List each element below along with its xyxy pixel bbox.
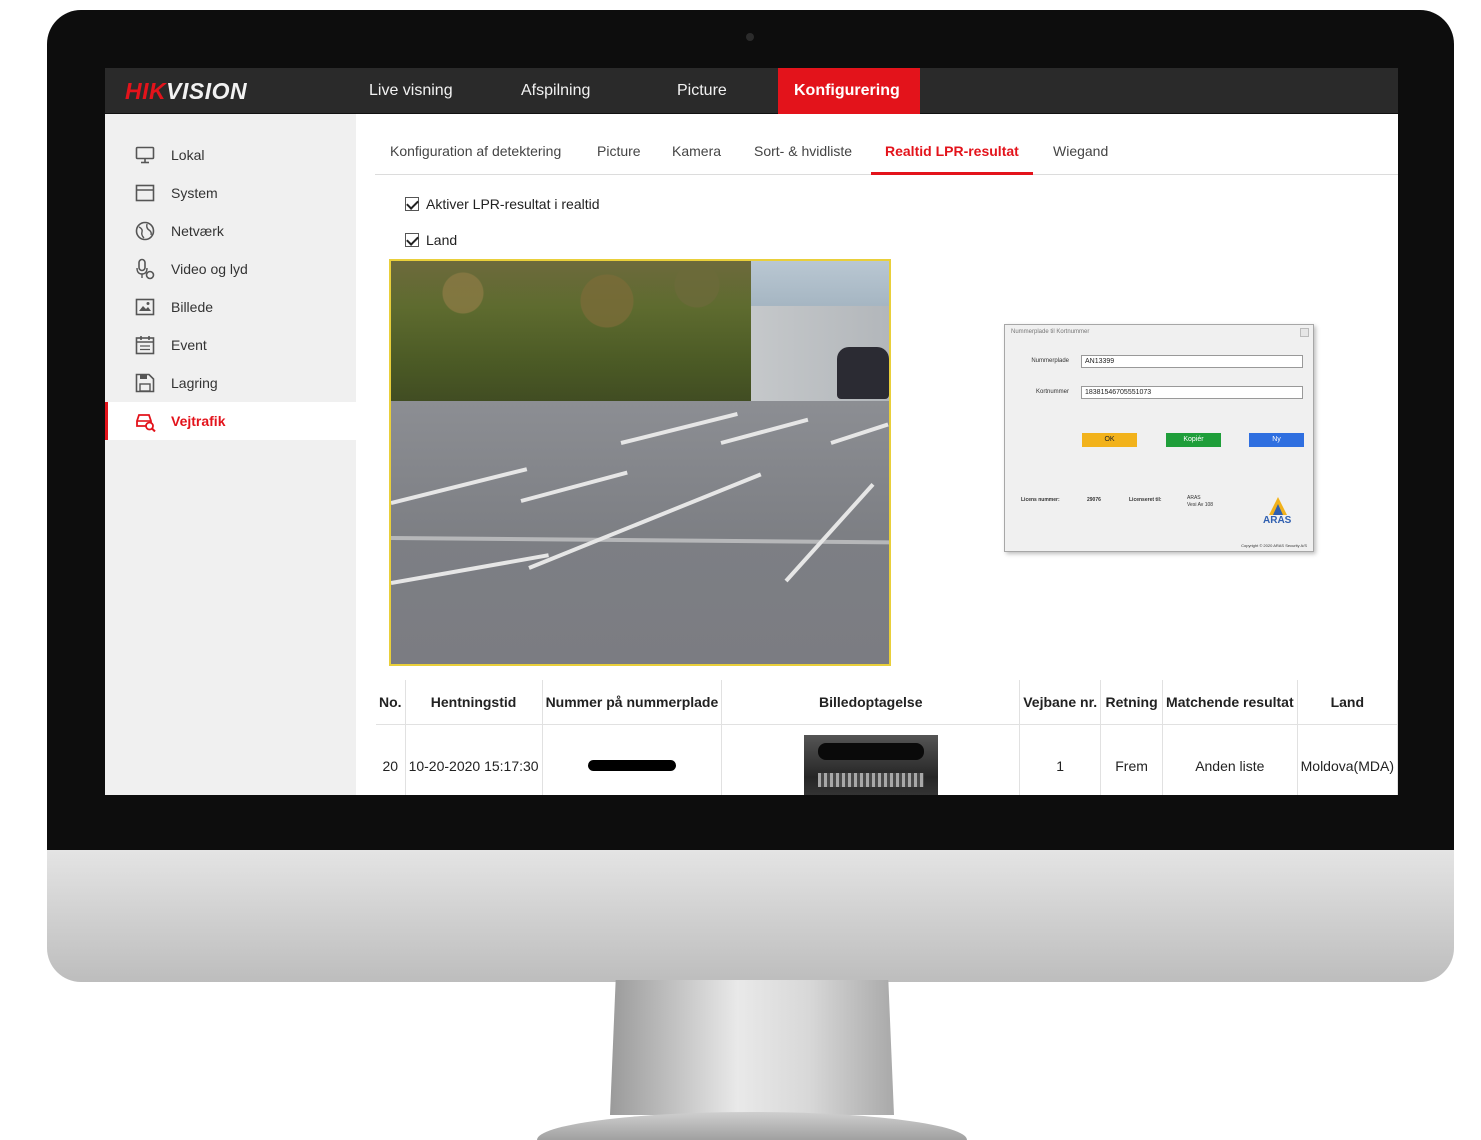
nav-configuration[interactable]: Konfigurering: [778, 68, 920, 114]
license-number-label: Licens nummer:: [1021, 497, 1060, 503]
globe-icon: [134, 220, 156, 242]
aras-logo-text: ARAS: [1263, 515, 1292, 526]
sidebar-item-label: Billede: [171, 299, 214, 315]
sidebar-item-vejtrafik[interactable]: Vejtrafik: [105, 402, 356, 440]
car-search-icon: [134, 410, 156, 432]
col-header-no: No.: [376, 680, 406, 725]
plate-thumbnail[interactable]: [803, 734, 938, 795]
licensed-to-value: ARAS: [1187, 495, 1201, 501]
camera-live-image: [389, 259, 891, 666]
license-number-value: 29076: [1087, 497, 1101, 503]
window-icon: [134, 182, 156, 204]
card-number-input[interactable]: 183815467055510​73: [1081, 386, 1303, 399]
scene-road: [391, 401, 889, 664]
new-button[interactable]: Ny: [1249, 433, 1304, 447]
licensed-to-label: Licenseret til:: [1129, 497, 1162, 503]
table-header-row: No. Hentningstid Nummer på nummerplade B…: [376, 680, 1398, 725]
card-field-label: Kortnummer: [1035, 389, 1069, 395]
monitor-stand-neck: [610, 980, 894, 1115]
sidebar-item-billede[interactable]: Billede: [105, 288, 356, 326]
config-tabs: Konfiguration af detektering Picture Kam…: [375, 130, 1398, 175]
webcam-dot: [746, 33, 754, 41]
table-row[interactable]: 20 10-20-2020 15:17:30 1 Frem Anden list…: [376, 724, 1398, 795]
lpr-results-table: No. Hentningstid Nummer på nummerplade B…: [376, 680, 1398, 795]
screen: HIKVISION Live visning Afspilning Pictur…: [105, 68, 1398, 795]
copy-button[interactable]: Kopiér: [1166, 433, 1221, 447]
image-icon: [134, 296, 156, 318]
cell-time: 10-20-2020 15:17:30: [405, 724, 543, 795]
monitor-icon: [134, 144, 156, 166]
aras-logo: ARAS: [1260, 495, 1296, 531]
sidebar-item-label: Vejtrafik: [171, 413, 226, 429]
sidebar-item-label: Lagring: [171, 375, 218, 391]
cell-plate-number: [542, 724, 723, 795]
sidebar-item-event[interactable]: Event: [105, 326, 356, 364]
col-header-direction: Retning: [1100, 680, 1164, 725]
country-label: Land: [426, 232, 458, 248]
col-header-time: Hentningstid: [405, 680, 543, 725]
col-header-image: Billedoptagelse: [721, 680, 1021, 725]
microphone-icon: [134, 258, 156, 280]
redacted-plate: [587, 760, 676, 771]
sidebar-item-label: System: [171, 185, 218, 201]
plate-number-input[interactable]: AN13399: [1081, 355, 1303, 368]
tab-detection-config[interactable]: Konfiguration af detektering: [390, 130, 561, 175]
plate-field-label: Nummerplade: [1031, 358, 1069, 364]
logo-vision: VISION: [166, 78, 248, 104]
tab-picture[interactable]: Picture: [597, 130, 641, 175]
enable-realtime-label: Aktiver LPR-resultat i realtid: [426, 196, 600, 212]
sidebar-item-lagring[interactable]: Lagring: [105, 364, 356, 402]
logo-hik: HIK: [125, 78, 167, 104]
calendar-icon: [134, 334, 156, 356]
col-header-lane: Vejbane nr.: [1019, 680, 1102, 725]
dialog-copyright: Copyright © 2020 ARAS Security A/S: [1241, 543, 1307, 548]
col-header-country: Land: [1297, 680, 1398, 725]
cell-direction: Frem: [1100, 724, 1164, 795]
tab-black-white-list[interactable]: Sort- & hvidliste: [754, 130, 852, 175]
hikvision-logo: HIKVISION: [125, 78, 247, 105]
monitor-chin: [47, 850, 1454, 982]
plate-to-card-dialog: Nummerplade til Kortnummer Nummerplade A…: [1004, 324, 1314, 552]
sidebar-item-label: Netværk: [171, 223, 224, 239]
sidebar-item-netvaerk[interactable]: Netværk: [105, 212, 356, 250]
enable-realtime-option[interactable]: Aktiver LPR-resultat i realtid: [405, 196, 600, 212]
sidebar-item-lokal[interactable]: Lokal: [105, 136, 356, 174]
sidebar-item-video-og-lyd[interactable]: Video og lyd: [105, 250, 356, 288]
top-navigation-bar: HIKVISION Live visning Afspilning Pictur…: [105, 68, 1398, 114]
col-header-match-result: Matchende resultat: [1162, 680, 1298, 725]
cell-match-result: Anden liste: [1162, 724, 1298, 795]
sidebar: Lokal System Netværk Video og lyd Billed…: [105, 114, 356, 795]
sidebar-item-label: Video og lyd: [171, 261, 248, 277]
cell-lane: 1: [1019, 724, 1102, 795]
dialog-title: Nummerplade til Kortnummer: [1011, 329, 1090, 335]
monitor-stand-base: [537, 1112, 967, 1140]
cell-no: 20: [376, 724, 406, 795]
tab-wiegand[interactable]: Wiegand: [1053, 130, 1108, 175]
storage-icon: [134, 372, 156, 394]
tab-realtime-lpr-result[interactable]: Realtid LPR-resultat: [871, 130, 1033, 175]
nav-playback[interactable]: Afspilning: [505, 68, 606, 114]
scene-car: [837, 347, 889, 399]
cell-image: [721, 724, 1021, 795]
country-checkbox[interactable]: [405, 233, 419, 247]
ok-button[interactable]: OK: [1082, 433, 1137, 447]
enable-realtime-checkbox[interactable]: [405, 197, 419, 211]
dialog-close-button[interactable]: [1300, 328, 1309, 337]
tab-camera[interactable]: Kamera: [672, 130, 721, 175]
nav-live-view[interactable]: Live visning: [353, 68, 469, 114]
sidebar-item-system[interactable]: System: [105, 174, 356, 212]
col-header-plate-number: Nummer på nummerplade: [542, 680, 723, 725]
scene-hedge-texture: [391, 261, 751, 341]
cell-country: Moldova(MDA): [1297, 724, 1398, 795]
nav-picture[interactable]: Picture: [661, 68, 743, 114]
country-option[interactable]: Land: [405, 232, 457, 248]
sidebar-item-label: Lokal: [171, 147, 205, 163]
licensed-to-address: Vesi Av 108: [1187, 502, 1214, 508]
sidebar-item-label: Event: [171, 337, 207, 353]
